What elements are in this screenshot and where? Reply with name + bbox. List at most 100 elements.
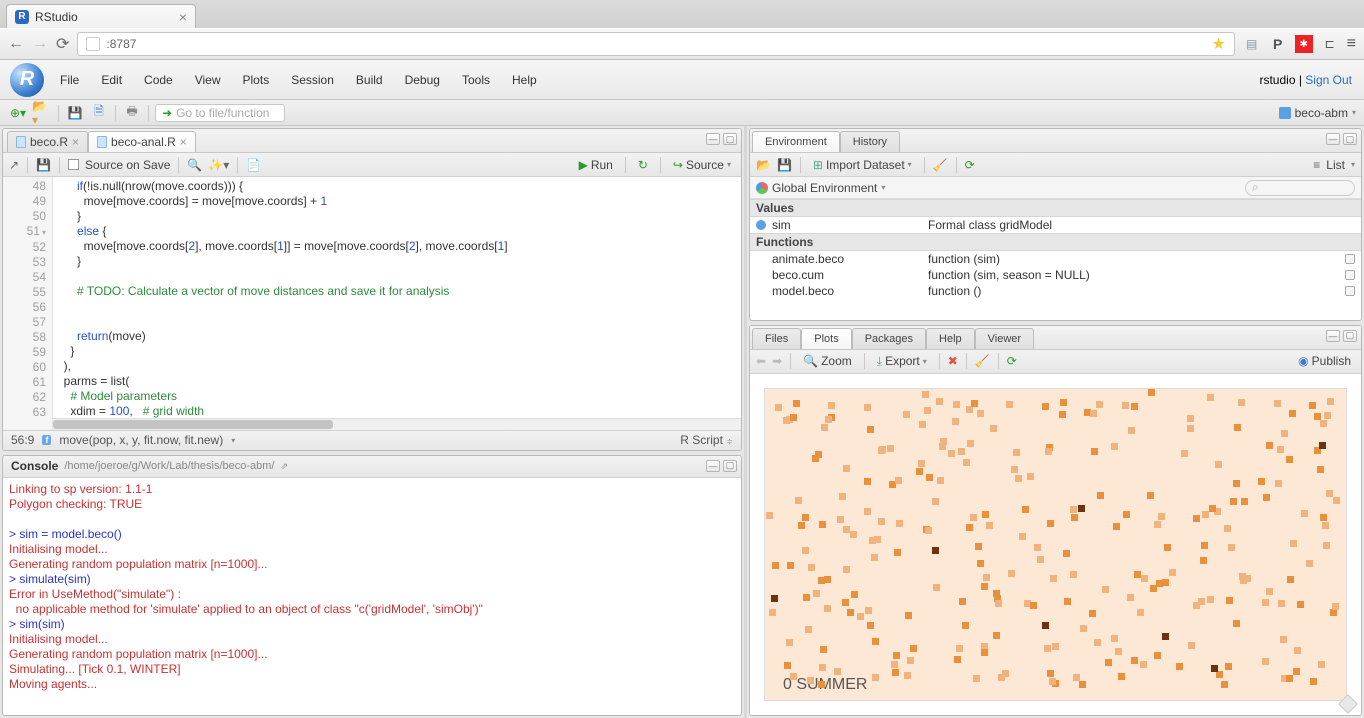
horizontal-scrollbar[interactable] bbox=[53, 418, 741, 430]
env-section-header: Functions bbox=[750, 233, 1361, 251]
save-icon[interactable]: 💾 bbox=[65, 104, 85, 122]
tab-files[interactable]: Files bbox=[752, 328, 801, 349]
project-icon bbox=[1279, 107, 1291, 119]
minimize-icon[interactable]: — bbox=[706, 460, 720, 472]
print-icon[interactable]: 🖶 bbox=[122, 104, 142, 122]
menu-edit[interactable]: Edit bbox=[101, 73, 122, 87]
menu-plots[interactable]: Plots bbox=[243, 73, 270, 87]
list-view-icon[interactable]: ≡ bbox=[1313, 158, 1320, 172]
menu-view[interactable]: View bbox=[195, 73, 221, 87]
menu-session[interactable]: Session bbox=[291, 73, 334, 87]
open-folder-icon[interactable]: 📂▾ bbox=[32, 104, 52, 122]
env-row[interactable]: model.becofunction () bbox=[750, 283, 1361, 299]
broom-icon[interactable]: 🧹 bbox=[933, 158, 948, 172]
remove-plot-icon[interactable]: ✖ bbox=[948, 354, 958, 368]
import-dataset-button[interactable]: ⊞Import Dataset▾ bbox=[809, 157, 916, 173]
browser-tab[interactable]: R RStudio × bbox=[6, 4, 196, 28]
browser-tab-title: RStudio bbox=[35, 10, 173, 24]
star-icon[interactable]: ★ bbox=[1211, 34, 1225, 54]
minimize-icon[interactable]: — bbox=[706, 133, 720, 145]
extension-icon[interactable]: P bbox=[1269, 35, 1287, 53]
plots-tab-bar: FilesPlotsPackagesHelpViewer — ▢ bbox=[750, 326, 1361, 350]
extension-icon[interactable]: ✱ bbox=[1295, 35, 1313, 53]
close-icon[interactable]: × bbox=[180, 135, 187, 149]
function-badge: f bbox=[42, 435, 51, 445]
minimize-icon[interactable]: — bbox=[1326, 330, 1340, 342]
new-file-icon[interactable]: ⊕▾ bbox=[8, 104, 28, 122]
url-input[interactable]: :8787 ★ bbox=[77, 32, 1234, 56]
signout-link[interactable]: Sign Out bbox=[1305, 73, 1352, 87]
code-editor[interactable]: 48495051525354555657585960616263 if(!is.… bbox=[3, 177, 741, 430]
reload-icon[interactable]: ⟳ bbox=[56, 34, 69, 54]
save-all-icon[interactable]: 🗎 bbox=[89, 104, 109, 122]
file-type[interactable]: R Script bbox=[680, 433, 723, 447]
rstudio-menubar: R FileEditCodeViewPlotsSessionBuildDebug… bbox=[0, 60, 1364, 100]
editor-tab[interactable]: beco-anal.R × bbox=[88, 131, 196, 152]
env-search-input[interactable]: ⌕ bbox=[1245, 180, 1355, 196]
env-scope-bar: Global Environment ▾ ⌕ bbox=[750, 177, 1361, 199]
source-button[interactable]: ↪Source▾ bbox=[669, 157, 735, 173]
find-icon[interactable]: 🔍 bbox=[187, 158, 202, 172]
publish-button[interactable]: ◉Publish bbox=[1294, 353, 1355, 369]
run-button[interactable]: ▶Run bbox=[575, 157, 617, 173]
extension-icon[interactable]: ⊏ bbox=[1321, 35, 1339, 53]
popout-icon[interactable]: ↗ bbox=[9, 158, 19, 172]
menu-tools[interactable]: Tools bbox=[462, 73, 490, 87]
refresh-icon[interactable]: ⟳ bbox=[1007, 354, 1017, 368]
console-output[interactable]: Linking to sp version: 1.1-1Polygon chec… bbox=[3, 478, 741, 715]
maximize-icon[interactable]: ▢ bbox=[723, 460, 737, 472]
notebook-icon[interactable]: 📄 bbox=[246, 158, 261, 172]
tab-plots[interactable]: Plots bbox=[801, 328, 851, 349]
minimize-icon[interactable]: — bbox=[1326, 133, 1340, 145]
env-row[interactable]: simFormal class gridModel bbox=[750, 217, 1361, 233]
menu-file[interactable]: File bbox=[60, 73, 79, 87]
tab-packages[interactable]: Packages bbox=[852, 328, 926, 349]
plot-viewport: 0 SUMMER bbox=[750, 374, 1361, 715]
close-icon[interactable]: × bbox=[72, 135, 79, 149]
source-on-save-checkbox[interactable] bbox=[68, 159, 79, 170]
view-icon[interactable] bbox=[1345, 286, 1355, 296]
view-icon[interactable] bbox=[1345, 254, 1355, 264]
tab-history[interactable]: History bbox=[840, 131, 900, 152]
env-row[interactable]: beco.cumfunction (sim, season = NULL) bbox=[750, 267, 1361, 283]
rerun-button[interactable]: ↻ bbox=[634, 157, 652, 173]
menu-debug[interactable]: Debug bbox=[405, 73, 440, 87]
goto-file-input[interactable]: ➜ Go to file/function bbox=[155, 104, 285, 122]
menu-build[interactable]: Build bbox=[356, 73, 383, 87]
next-plot-icon[interactable]: ➡ bbox=[772, 354, 782, 368]
back-icon[interactable]: ← bbox=[8, 35, 24, 53]
zoom-button[interactable]: 🔍Zoom bbox=[799, 353, 856, 369]
maximize-icon[interactable]: ▢ bbox=[1343, 330, 1357, 342]
globe-icon bbox=[756, 182, 768, 194]
menu-icon[interactable]: ≡ bbox=[1347, 35, 1356, 53]
prev-plot-icon[interactable]: ⬅ bbox=[756, 354, 766, 368]
menu-help[interactable]: Help bbox=[512, 73, 537, 87]
open-icon[interactable]: 📂 bbox=[756, 158, 771, 172]
editor-tab[interactable]: beco.R × bbox=[7, 131, 88, 152]
save-icon[interactable]: 💾 bbox=[36, 158, 51, 172]
function-scope[interactable]: move(pop, x, y, fit.now, fit.new) bbox=[59, 433, 223, 447]
env-section-header: Values bbox=[750, 199, 1361, 217]
maximize-icon[interactable]: ▢ bbox=[723, 133, 737, 145]
tab-viewer[interactable]: Viewer bbox=[975, 328, 1034, 349]
close-icon[interactable]: × bbox=[179, 9, 187, 25]
tab-help[interactable]: Help bbox=[926, 328, 975, 349]
maximize-icon[interactable]: ▢ bbox=[1343, 133, 1357, 145]
refresh-icon[interactable]: ⟳ bbox=[965, 158, 975, 172]
env-row[interactable]: animate.becofunction (sim) bbox=[750, 251, 1361, 267]
menu-code[interactable]: Code bbox=[144, 73, 173, 87]
broom-icon[interactable]: 🧹 bbox=[975, 354, 990, 368]
r-file-icon bbox=[97, 136, 107, 148]
export-button[interactable]: ⤓Export▾ bbox=[873, 353, 931, 370]
list-view-label[interactable]: List bbox=[1326, 158, 1345, 172]
wand-icon[interactable]: ✨▾ bbox=[208, 158, 229, 172]
view-icon[interactable] bbox=[1345, 270, 1355, 280]
project-selector[interactable]: beco-abm ▾ bbox=[1279, 106, 1356, 120]
plots-pane: FilesPlotsPackagesHelpViewer — ▢ ⬅ ➡ 🔍Zo… bbox=[749, 325, 1362, 716]
tab-environment[interactable]: Environment bbox=[752, 131, 840, 152]
console-pane: Console /home/joeroe/g/Work/Lab/thesis/b… bbox=[2, 455, 742, 716]
plots-toolbar: ⬅ ➡ 🔍Zoom ⤓Export▾ ✖ 🧹 ⟳ ◉Publish bbox=[750, 350, 1361, 374]
extension-icon[interactable]: ▤ bbox=[1243, 35, 1261, 53]
save-icon[interactable]: 💾 bbox=[777, 158, 792, 172]
env-scope-selector[interactable]: Global Environment bbox=[772, 181, 877, 195]
